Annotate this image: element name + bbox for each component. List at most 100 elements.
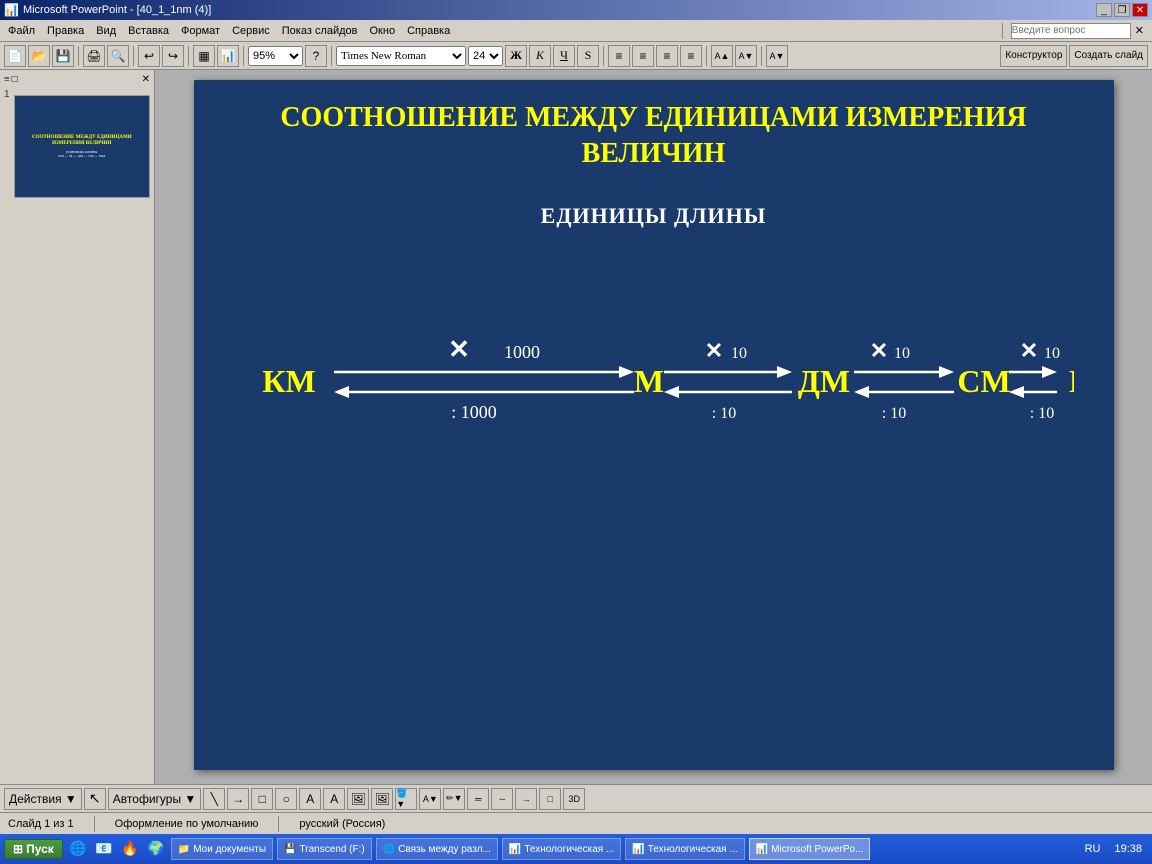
taskbar-icon-3[interactable]: 🔥 — [119, 838, 141, 860]
separator-6 — [603, 46, 604, 66]
slides-view-icon[interactable]: □ — [12, 74, 18, 85]
svg-text:✕: ✕ — [1019, 338, 1037, 363]
slide-subtitle: ЕДИНИЦЫ ДЛИНЫ — [194, 203, 1114, 229]
taskbar-documents[interactable]: 📁Мои документы — [171, 838, 273, 860]
taskbar-transcend[interactable]: 💾Transcend (F:) — [277, 838, 372, 860]
3d-btn[interactable]: 3D — [563, 788, 585, 810]
align-left-button[interactable]: ≡ — [608, 45, 630, 67]
main-toolbar: 📄 📂 💾 🖨 🔍 ↩ ↪ ▦ 📊 95% ? Times New Roman … — [0, 42, 1152, 70]
svg-text:: 10: : 10 — [1029, 405, 1053, 422]
shadow-btn[interactable]: □ — [539, 788, 561, 810]
diagram-area: КМ ✕ 1000 : 1000 М ✕ — [234, 310, 1074, 470]
cursor-btn[interactable]: ↖ — [84, 788, 106, 810]
menu-service[interactable]: Сервис — [228, 24, 274, 38]
decrease-font-button[interactable]: A▼ — [735, 45, 757, 67]
open-button[interactable]: 📂 — [28, 45, 50, 67]
font-color-draw-btn[interactable]: A▼ — [419, 788, 441, 810]
panel-close-icon[interactable]: ✕ — [142, 74, 150, 85]
separator-8 — [761, 46, 762, 66]
line-tool[interactable]: ╲ — [203, 788, 225, 810]
print-button[interactable]: 🖨 — [83, 45, 105, 67]
underline-button[interactable]: Ч — [553, 45, 575, 67]
align-center-button[interactable]: ≡ — [632, 45, 654, 67]
svg-text:✕: ✕ — [704, 338, 722, 363]
menu-view[interactable]: Вид — [92, 24, 120, 38]
separator-2 — [133, 46, 134, 66]
align-right-button[interactable]: ≡ — [656, 45, 678, 67]
taskbar-clock: 19:38 — [1108, 843, 1148, 855]
menu-file[interactable]: Файл — [4, 24, 39, 38]
autoshapes-btn[interactable]: Автофигуры ▼ — [108, 788, 201, 810]
preview-button[interactable]: 🔍 — [107, 45, 129, 67]
increase-font-button[interactable]: A▲ — [711, 45, 733, 67]
textbox-tool[interactable]: A — [299, 788, 321, 810]
font-select[interactable]: Times New Roman — [336, 46, 466, 66]
fill-color-btn[interactable]: 🪣▼ — [395, 788, 417, 810]
slide-thumbnail-1[interactable]: СООТНОШЕНИЕ МЕЖДУ ЕДИНИЦАМИ ИЗМЕРЕНИЯ ВЕ… — [14, 95, 150, 198]
taskbar-tech1[interactable]: 📊Технологическая ... — [502, 838, 621, 860]
status-sep-2 — [278, 816, 279, 832]
rect-tool[interactable]: □ — [251, 788, 273, 810]
menu-insert[interactable]: Вставка — [124, 24, 173, 38]
ask-close-icon[interactable]: ✕ — [1135, 24, 1144, 37]
taskbar-icon-1[interactable]: 🌐 — [67, 838, 89, 860]
menu-edit[interactable]: Правка — [43, 24, 88, 38]
canvas-area[interactable]: СООТНОШЕНИЕ МЕЖДУ ЕДИНИЦАМИ ИЗМЕРЕНИЯ ВЕ… — [155, 70, 1152, 784]
outline-view-icon[interactable]: ≡ — [4, 74, 10, 85]
separator-5 — [331, 46, 332, 66]
oval-tool[interactable]: ○ — [275, 788, 297, 810]
arrow-style-btn[interactable]: → — [515, 788, 537, 810]
taskbar-svyaz[interactable]: 🌐Связь между разл... — [376, 838, 498, 860]
font-size-select[interactable]: 24 — [468, 46, 503, 66]
chart-button[interactable]: 📊 — [217, 45, 239, 67]
restore-button[interactable]: ❐ — [1114, 3, 1130, 17]
ask-input[interactable] — [1011, 23, 1131, 39]
svg-text:СМ: СМ — [957, 363, 1010, 399]
window-title: Microsoft PowerPoint - [40_1_1nm (4)] — [23, 4, 211, 16]
table-button[interactable]: ▦ — [193, 45, 215, 67]
taskbar-lang[interactable]: RU — [1081, 843, 1105, 855]
taskbar-icon-4[interactable]: 🌍 — [145, 838, 167, 860]
svg-text:1000: 1000 — [504, 342, 540, 362]
drawing-action-btn[interactable]: Действия ▼ — [4, 788, 82, 810]
wordart-tool[interactable]: A — [323, 788, 345, 810]
design-button[interactable]: Конструктор — [1000, 45, 1067, 67]
menu-slideshow[interactable]: Показ слайдов — [278, 24, 362, 38]
separator-4 — [243, 46, 244, 66]
font-color-button[interactable]: A▼ — [766, 45, 788, 67]
insert-pic-btn[interactable]: 🖼 — [371, 788, 393, 810]
slide-number-label: 1 — [4, 89, 10, 100]
start-button[interactable]: ⊞ Пуск — [4, 839, 63, 859]
justify-button[interactable]: ≡ — [680, 45, 702, 67]
strikethrough-button[interactable]: S — [577, 45, 599, 67]
bold-button[interactable]: Ж — [505, 45, 527, 67]
menu-help[interactable]: Справка — [403, 24, 454, 38]
insert-clip-btn[interactable]: 🖼 — [347, 788, 369, 810]
svg-text:10: 10 — [731, 345, 747, 362]
svg-text:10: 10 — [1044, 345, 1060, 362]
zoom-select[interactable]: 95% — [248, 46, 303, 66]
taskbar-ppt[interactable]: 📊Microsoft PowerPo... — [749, 838, 871, 860]
undo-button[interactable]: ↩ — [138, 45, 160, 67]
line-color-btn[interactable]: ✏▼ — [443, 788, 465, 810]
new-slide-button[interactable]: Создать слайд — [1069, 45, 1148, 67]
menu-window[interactable]: Окно — [366, 24, 400, 38]
taskbar-tech2[interactable]: 📊Технологическая ... — [625, 838, 744, 860]
line-style-btn[interactable]: ═ — [467, 788, 489, 810]
slide-1[interactable]: СООТНОШЕНИЕ МЕЖДУ ЕДИНИЦАМИ ИЗМЕРЕНИЯ ВЕ… — [194, 80, 1114, 770]
dash-style-btn[interactable]: -- — [491, 788, 513, 810]
italic-button[interactable]: К — [529, 45, 551, 67]
close-button[interactable]: ✕ — [1132, 3, 1148, 17]
arrow-tool[interactable]: → — [227, 788, 249, 810]
minimize-button[interactable]: _ — [1096, 3, 1112, 17]
language-info: русский (Россия) — [299, 818, 385, 830]
svg-text:10: 10 — [894, 345, 910, 362]
separator-3 — [188, 46, 189, 66]
help-button[interactable]: ? — [305, 45, 327, 67]
new-button[interactable]: 📄 — [4, 45, 26, 67]
save-button[interactable]: 💾 — [52, 45, 74, 67]
redo-button[interactable]: ↪ — [162, 45, 184, 67]
taskbar-icon-2[interactable]: 📧 — [93, 838, 115, 860]
menu-format[interactable]: Формат — [177, 24, 224, 38]
title-bar: 📊 Microsoft PowerPoint - [40_1_1nm (4)] … — [0, 0, 1152, 20]
